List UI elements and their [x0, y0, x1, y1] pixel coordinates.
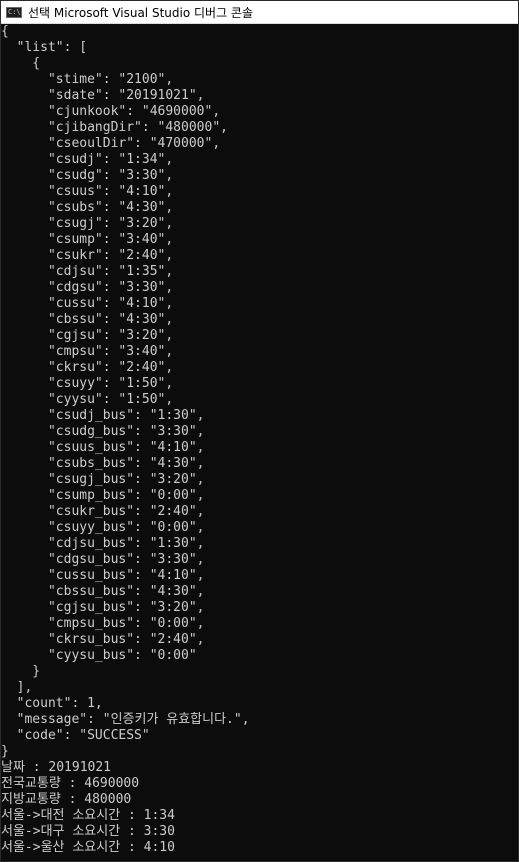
console-line: "cyysu_bus": "0:00" — [1, 648, 197, 663]
console-line: "count": 1, — [1, 696, 103, 711]
console-line: "cgjsu_bus": "3:20", — [1, 600, 205, 615]
console-line: 지방교통량 : 480000 — [1, 792, 132, 807]
console-line: "cbssu": "4:30", — [1, 312, 174, 327]
console-line: "csudj_bus": "1:30", — [1, 408, 205, 423]
console-line: "csubs": "4:30", — [1, 200, 174, 215]
console-line: "list": [ — [1, 40, 88, 55]
window-title: 선택 Microsoft Visual Studio 디버그 콘솔 — [28, 5, 254, 20]
console-line: "cussu_bus": "4:10", — [1, 568, 205, 583]
console-line: "cmpsu": "3:40", — [1, 344, 174, 359]
console-line: "ckrsu_bus": "2:40", — [1, 632, 205, 647]
console-line: "cjunkook": "4690000", — [1, 104, 221, 119]
console-line: "csugj": "3:20", — [1, 216, 174, 231]
console-line: "csump_bus": "0:00", — [1, 488, 205, 503]
console-app-icon: C:\ — [6, 6, 22, 18]
console-line: "cdgsu_bus": "3:30", — [1, 552, 205, 567]
console-line: "cdjsu_bus": "1:30", — [1, 536, 205, 551]
console-line: "ckrsu": "2:40", — [1, 360, 174, 375]
console-line: "cjibangDir": "480000", — [1, 120, 228, 135]
console-line: "cgjsu": "3:20", — [1, 328, 174, 343]
console-line: "csubs_bus": "4:30", — [1, 456, 205, 471]
console-line: "csudj": "1:34", — [1, 152, 174, 167]
console-line: "csukr_bus": "2:40", — [1, 504, 205, 519]
console-line: { — [1, 56, 41, 71]
title-bar[interactable]: C:\ 선택 Microsoft Visual Studio 디버그 콘솔 — [1, 1, 518, 24]
console-line: "code": "SUCCESS" — [1, 728, 150, 743]
console-line: ], — [1, 680, 33, 695]
console-line: } — [1, 664, 41, 679]
console-line: "csuus_bus": "4:10", — [1, 440, 205, 455]
console-line: "stime": "2100", — [1, 72, 174, 87]
console-window: C:\ 선택 Microsoft Visual Studio 디버그 콘솔 { … — [0, 0, 519, 862]
console-line: "csugj_bus": "3:20", — [1, 472, 205, 487]
console-line: "csudg_bus": "3:30", — [1, 424, 205, 439]
console-line: "sdate": "20191021", — [1, 88, 205, 103]
console-line: "csuyy_bus": "0:00", — [1, 520, 205, 535]
console-line: "cussu": "4:10", — [1, 296, 174, 311]
console-line: 서울->대전 소요시간 : 1:34 — [1, 808, 175, 823]
console-line: "message": "인증키가 유효합니다.", — [1, 712, 250, 727]
console-line: "cbssu_bus": "4:30", — [1, 584, 205, 599]
console-line: "csump": "3:40", — [1, 232, 174, 247]
console-output[interactable]: { "list": [ { "stime": "2100", "sdate": … — [1, 24, 518, 861]
console-line: "cseoulDir": "470000", — [1, 136, 221, 151]
console-line: 서울->울산 소요시간 : 4:10 — [1, 840, 175, 855]
console-line: "csuyy": "1:50", — [1, 376, 174, 391]
console-line: "cmpsu_bus": "0:00", — [1, 616, 205, 631]
console-line: 서울->대구 소요시간 : 3:30 — [1, 824, 175, 839]
console-line: "csukr": "2:40", — [1, 248, 174, 263]
console-line: "cyysu": "1:50", — [1, 392, 174, 407]
console-line: { — [1, 24, 9, 39]
console-line: "csuus": "4:10", — [1, 184, 174, 199]
console-line: "csudg": "3:30", — [1, 168, 174, 183]
console-line: "cdjsu": "1:35", — [1, 264, 174, 279]
console-line: 전국교통량 : 4690000 — [1, 776, 140, 791]
console-line: 날짜 : 20191021 — [1, 760, 112, 775]
console-line: "cdgsu": "3:30", — [1, 280, 174, 295]
console-line: } — [1, 744, 9, 759]
